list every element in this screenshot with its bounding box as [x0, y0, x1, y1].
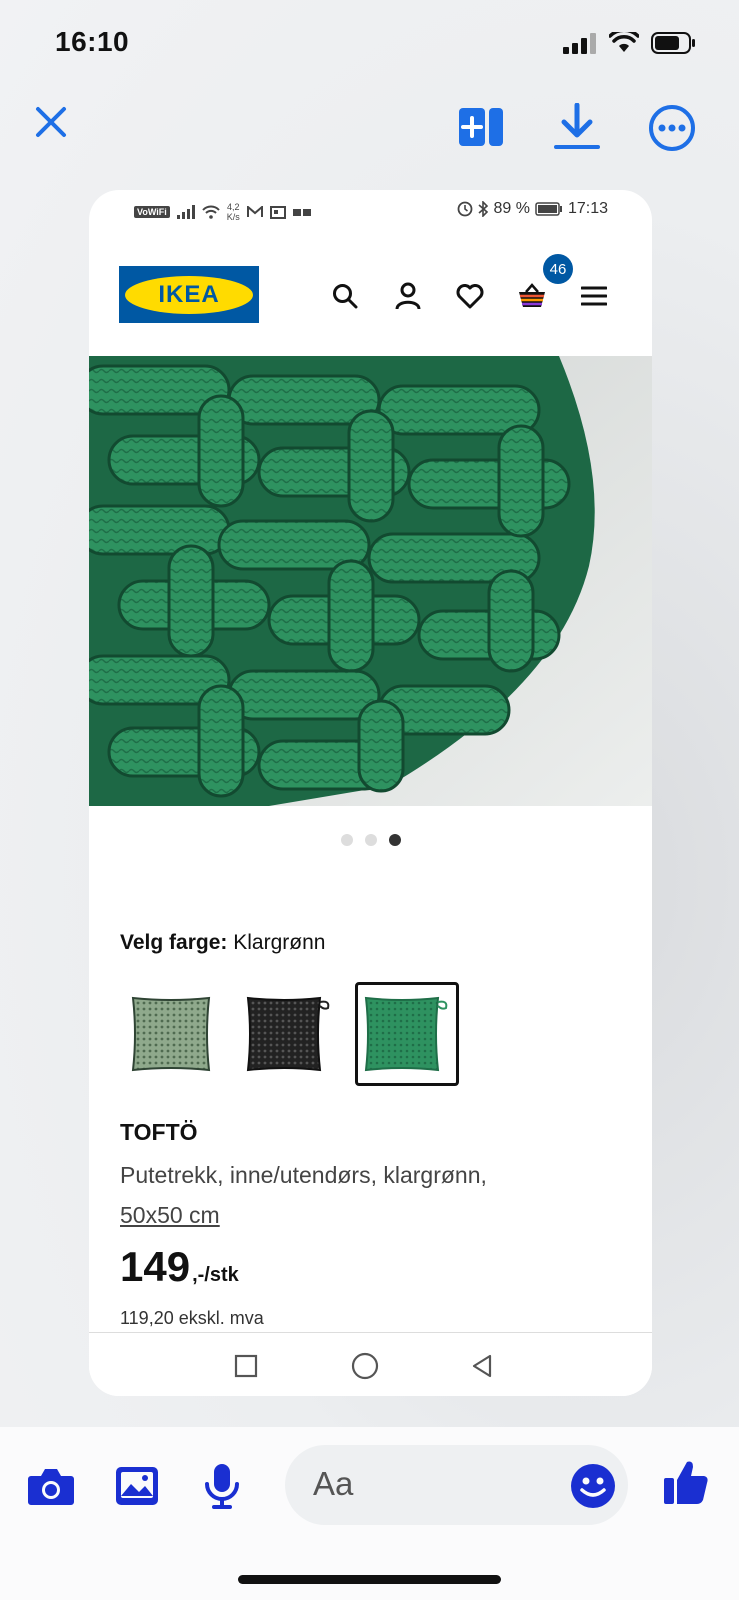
color-swatches: [119, 982, 459, 1086]
message-composer: Aa: [0, 1427, 739, 1600]
swatch-light-green[interactable]: [119, 982, 223, 1086]
hamburger-menu-icon: [581, 286, 607, 306]
product-price: 149 ,-/stk: [120, 1243, 239, 1290]
ikea-header: IKEA 46: [89, 254, 652, 330]
ios-status-bar: 16:10: [0, 0, 739, 90]
battery-icon: [651, 32, 695, 54]
android-time: 17:13: [567, 200, 608, 217]
cellular-signal-icon: [563, 33, 596, 54]
wifi-icon: [609, 32, 639, 52]
data-saver-icon: [458, 201, 473, 217]
download-icon: [554, 103, 600, 149]
battery-icon: [535, 202, 562, 216]
close-button[interactable]: [23, 94, 79, 150]
swatch-black[interactable]: [237, 982, 341, 1086]
product-name: TOFTÖ: [120, 1119, 198, 1145]
android-nav-bar: [89, 1332, 652, 1396]
profile-button[interactable]: [392, 280, 424, 312]
product-image[interactable]: [89, 356, 652, 806]
price-ex-vat: 119,20 ekskl. mva: [120, 1308, 264, 1328]
close-icon: [36, 107, 66, 137]
gallery-button[interactable]: [112, 1461, 162, 1511]
like-button[interactable]: [661, 1457, 711, 1507]
android-status-bar: VoWiFi 4,2 K/s 89 % 17:13: [89, 190, 652, 230]
microphone-icon: [205, 1464, 239, 1509]
gallery-dot[interactable]: [364, 834, 377, 846]
more-options-button[interactable]: [644, 100, 700, 156]
cushion-thumbnail: [364, 996, 448, 1072]
square-icon: [234, 1354, 258, 1378]
profile-icon: [395, 282, 421, 310]
back-button[interactable]: [467, 1351, 497, 1381]
ikea-logo[interactable]: IKEA: [119, 266, 259, 323]
home-button[interactable]: [350, 1351, 380, 1381]
image-icon: [116, 1467, 158, 1505]
home-indicator: [238, 1575, 501, 1584]
cart-count-badge: 46: [543, 254, 573, 284]
shared-screenshot: VoWiFi 4,2 K/s 89 % 17:13 IKEA 46 Velg f…: [89, 190, 652, 1396]
product-description: Putetrekk, inne/utendørs, klargrønn, 50x…: [120, 1162, 487, 1228]
gallery-dot-active[interactable]: [388, 834, 401, 846]
recents-button[interactable]: [231, 1351, 261, 1381]
add-to-page-button[interactable]: [454, 99, 510, 155]
heart-icon: [456, 284, 484, 309]
swatch-klargronn-selected[interactable]: [355, 982, 459, 1086]
gallery-pagination: [89, 834, 652, 846]
bluetooth-icon: [478, 201, 489, 217]
voice-message-button[interactable]: [197, 1461, 247, 1511]
wifi-icon: [202, 205, 220, 219]
shopping-bag-icon: [519, 283, 545, 307]
cushion-thumbnail: [131, 996, 211, 1072]
gallery-dot[interactable]: [340, 834, 353, 846]
signal-icon: [176, 205, 195, 219]
more-icon: [649, 105, 695, 151]
app-notification-icon: [292, 209, 311, 216]
thumbs-up-icon: [664, 1461, 708, 1504]
search-icon: [333, 284, 358, 309]
battery-percent: 89 %: [493, 200, 530, 217]
search-button[interactable]: [329, 280, 361, 312]
ios-time: 16:10: [55, 26, 130, 57]
wishlist-button[interactable]: [454, 280, 486, 312]
cart-button[interactable]: [516, 280, 548, 312]
product-size-link[interactable]: 50x50 cm: [120, 1202, 220, 1228]
emoji-icon: [571, 1464, 615, 1508]
news-icon: [269, 205, 286, 219]
camera-icon: [28, 1469, 74, 1505]
vowifi-badge: VoWiFi: [134, 206, 170, 218]
network-speed: 4,2 K/s: [226, 202, 240, 222]
circle-icon: [351, 1352, 379, 1380]
camera-button[interactable]: [26, 1461, 76, 1511]
back-triangle-icon: [472, 1354, 492, 1378]
emoji-button[interactable]: [568, 1461, 618, 1511]
cushion-thumbnail: [246, 996, 330, 1072]
add-page-icon: [459, 108, 503, 146]
gmail-icon: [246, 206, 263, 217]
color-selector-label: Velg farge: Klargrønn: [120, 931, 326, 954]
menu-button[interactable]: [578, 280, 610, 312]
download-button[interactable]: [549, 99, 605, 155]
